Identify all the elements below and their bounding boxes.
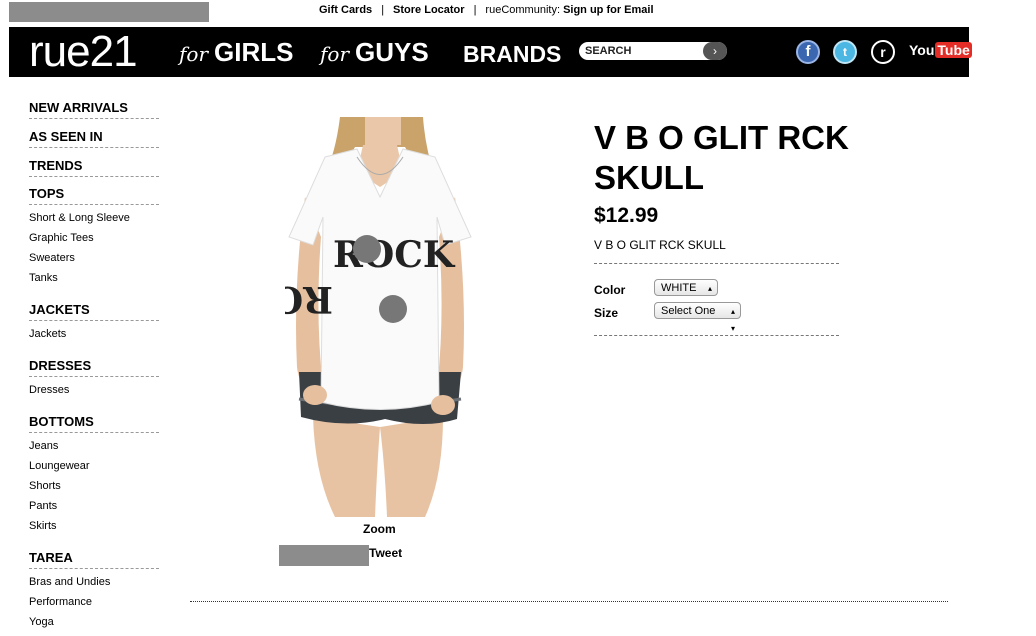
top-links: Gift Cards | Store Locator | rueCommunit… <box>319 4 654 16</box>
size-select[interactable]: Select One ▴ ▾ <box>654 302 741 333</box>
main-navbar: rue21 forGIRLS forGUYS BRANDS › f t r Yo… <box>9 27 972 77</box>
category-sidebar: NEW ARRIVALS AS SEEN IN TRENDS TOPS Shor… <box>29 100 159 636</box>
email-signup-link[interactable]: Sign up for Email <box>563 4 653 16</box>
cat-trends[interactable]: TRENDS <box>29 158 159 177</box>
youtube-tube: Tube <box>935 42 972 58</box>
sub-yoga[interactable]: Yoga <box>29 616 159 636</box>
color-label: Color <box>594 283 626 297</box>
sub-jeans[interactable]: Jeans <box>29 440 159 460</box>
sub-performance[interactable]: Performance <box>29 596 159 616</box>
sub-loungewear[interactable]: Loungewear <box>29 460 159 480</box>
product-image[interactable]: ROCK ROCK <box>285 117 475 517</box>
search-go-button[interactable]: › <box>703 42 727 60</box>
nav-guys-label: GUYS <box>355 37 429 67</box>
community-label: rueCommunity: <box>485 4 560 16</box>
for-label: for <box>179 42 209 66</box>
size-label: Size <box>594 306 619 320</box>
divider <box>594 263 839 264</box>
search-box: › <box>579 42 727 60</box>
product-price: $12.99 <box>594 204 659 227</box>
sub-tanks[interactable]: Tanks <box>29 272 159 292</box>
size-select-value: Select One <box>661 305 716 317</box>
color-select[interactable]: WHITE ▴▾ <box>654 279 718 310</box>
graphic-text-lower: ROCK <box>285 278 333 320</box>
for-label: for <box>320 42 350 66</box>
cat-new-arrivals[interactable]: NEW ARRIVALS <box>29 100 159 119</box>
redacted-block <box>9 2 209 22</box>
cat-jackets[interactable]: JACKETS <box>29 302 159 321</box>
separator: | <box>473 4 477 16</box>
divider <box>594 335 839 336</box>
sub-short-long-sleeve[interactable]: Short & Long Sleeve <box>29 212 159 232</box>
rue21-logo[interactable]: rue21 <box>29 30 138 74</box>
sub-dresses[interactable]: Dresses <box>29 384 159 404</box>
youtube-you: You <box>909 42 935 58</box>
cat-dresses[interactable]: DRESSES <box>29 358 159 377</box>
sub-skirts[interactable]: Skirts <box>29 520 159 540</box>
rue-community-icon[interactable]: r <box>871 40 895 64</box>
separator: | <box>381 4 385 16</box>
sub-sweaters[interactable]: Sweaters <box>29 252 159 272</box>
sub-pants[interactable]: Pants <box>29 500 159 520</box>
select-arrows-icon: ▴▾ <box>730 307 735 333</box>
graphic-text-upper: ROCK <box>333 234 456 276</box>
zoom-link[interactable]: Zoom <box>363 522 396 536</box>
sub-shorts[interactable]: Shorts <box>29 480 159 500</box>
sub-bras-undies[interactable]: Bras and Undies <box>29 576 159 596</box>
tweet-link[interactable]: Tweet <box>369 546 402 560</box>
product-subtitle: V B O GLIT RCK SKULL <box>594 238 726 252</box>
store-locator-link[interactable]: Store Locator <box>393 4 465 16</box>
product-title: V B O GLIT RCK SKULL <box>594 119 849 196</box>
redacted-block <box>279 545 369 566</box>
bottom-divider <box>190 601 948 602</box>
nav-brands[interactable]: BRANDS <box>463 38 561 70</box>
cat-tarea[interactable]: TAREA <box>29 550 159 569</box>
search-input[interactable] <box>585 44 695 58</box>
gift-cards-link[interactable]: Gift Cards <box>319 4 372 16</box>
twitter-icon[interactable]: t <box>833 40 857 64</box>
nav-girls-label: GIRLS <box>214 37 294 67</box>
cat-as-seen-in[interactable]: AS SEEN IN <box>29 129 159 148</box>
sub-graphic-tees[interactable]: Graphic Tees <box>29 232 159 252</box>
cat-bottoms[interactable]: BOTTOMS <box>29 414 159 433</box>
facebook-icon[interactable]: f <box>796 40 820 64</box>
cat-tops[interactable]: TOPS <box>29 186 159 205</box>
youtube-icon[interactable]: You Tube <box>909 42 972 58</box>
color-select-value: WHITE <box>661 282 697 294</box>
sub-jackets[interactable]: Jackets <box>29 328 159 348</box>
nav-guys[interactable]: for GUYS <box>320 36 429 70</box>
nav-girls[interactable]: for GIRLS <box>179 36 293 70</box>
